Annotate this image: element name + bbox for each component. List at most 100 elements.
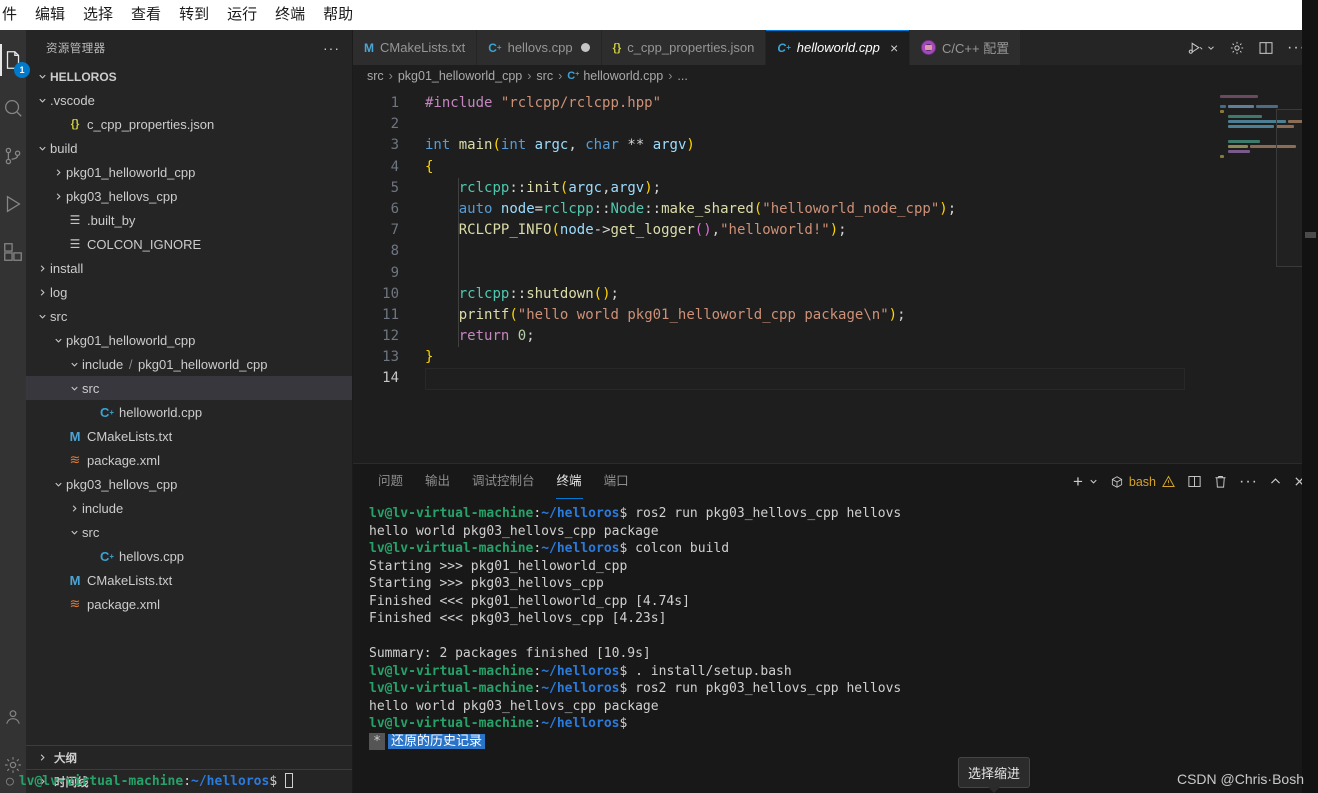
editor-tabs[interactable]: M CMakeLists.txt C + hellovs.cpp {} c_cpp_prop… bbox=[353, 30, 1022, 65]
panel-tab-debug-console[interactable]: 调试控制台 bbox=[461, 464, 546, 499]
line-number: 9 bbox=[390, 264, 399, 281]
activity-search-icon[interactable] bbox=[0, 84, 26, 132]
breadcrumb-item[interactable]: pkg01_helloworld_cpp bbox=[398, 69, 522, 83]
code-line[interactable] bbox=[425, 368, 1185, 390]
activity-source-control-icon[interactable] bbox=[0, 132, 26, 180]
breadcrumb-item[interactable]: C+ helloworld.cpp bbox=[567, 69, 663, 83]
editor-tab-c-cpp-properties-json[interactable]: {} c_cpp_properties.json bbox=[601, 30, 767, 65]
code-line[interactable]: rclcpp::shutdown(); bbox=[411, 284, 1214, 305]
tree-item-log[interactable]: log bbox=[26, 280, 352, 304]
tree-item-pkg01-helloworld-cpp[interactable]: pkg01_helloworld_cpp bbox=[26, 160, 352, 184]
editor-vertical-scrollbar[interactable] bbox=[1305, 232, 1316, 238]
code-line[interactable]: rclcpp::init(argc,argv); bbox=[411, 178, 1214, 199]
breadcrumb-item[interactable]: src bbox=[536, 69, 553, 83]
split-editor-icon[interactable] bbox=[1258, 40, 1274, 56]
tree-item-include[interactable]: include bbox=[26, 496, 352, 520]
code-content[interactable]: #include "rclcpp/rclcpp.hpp" int main(in… bbox=[411, 87, 1214, 463]
tree-item-src[interactable]: src bbox=[26, 376, 352, 400]
code-line[interactable]: auto node=rclcpp::Node::make_shared("hel… bbox=[411, 199, 1214, 220]
editor-tab-helloworld-cpp[interactable]: C + helloworld.cpp × bbox=[766, 30, 911, 65]
code-editor[interactable]: 1 2 3 4 5 6 7 8 9 10 11 12 13 14 #include "rclcpp/rcl… bbox=[353, 87, 1318, 463]
editor-tab-hellovs-cpp[interactable]: C + hellovs.cpp bbox=[477, 30, 602, 65]
tree-item-c-cpp-properties-json[interactable]: {} c_cpp_properties.json bbox=[26, 112, 352, 136]
breadcrumb-separator: › bbox=[668, 69, 673, 83]
tree-item-cmakelists-txt[interactable]: M CMakeLists.txt bbox=[26, 568, 352, 592]
activity-account-icon[interactable] bbox=[0, 693, 26, 741]
file-tree[interactable]: .vscode {} c_cpp_properties.json build pkg01… bbox=[26, 88, 352, 745]
terminal-shell-chip[interactable]: bash bbox=[1110, 474, 1176, 489]
tree-item-build[interactable]: build bbox=[26, 136, 352, 160]
editor-tab-c-c-[interactable]: C/C++ 配置 bbox=[910, 30, 1022, 65]
tree-root-helloros[interactable]: HELLOROS bbox=[26, 65, 352, 88]
terminal-more-icon[interactable]: ··· bbox=[1239, 473, 1258, 491]
tree-item-label: log bbox=[50, 284, 68, 300]
tree-item--vscode[interactable]: .vscode bbox=[26, 88, 352, 112]
tree-item-package-xml[interactable]: ≋ package.xml bbox=[26, 592, 352, 616]
tree-item-src[interactable]: src bbox=[26, 520, 352, 544]
menu-item-file[interactable]: 件 bbox=[0, 0, 26, 30]
tree-item-pkg01-helloworld-cpp[interactable]: pkg01_helloworld_cpp bbox=[26, 328, 352, 352]
menu-item-selection[interactable]: 选择 bbox=[74, 0, 122, 30]
panel-tab-ports[interactable]: 端口 bbox=[593, 464, 640, 499]
terminal-command-line: lv@lv-virtual-machine:~/helloros$ ros2 r… bbox=[369, 681, 902, 696]
menu-item-run[interactable]: 运行 bbox=[218, 0, 266, 30]
editor-area: M CMakeLists.txt C + hellovs.cpp{} c_cpp_prop… bbox=[6, 30, 1318, 793]
tree-item-package-xml[interactable]: ≋ package.xml bbox=[26, 448, 352, 472]
tree-item-label: include / pkg01_helloworld_cpp bbox=[82, 356, 268, 372]
split-terminal-icon[interactable] bbox=[1187, 474, 1202, 489]
run-debug-caret-icon[interactable] bbox=[1187, 40, 1216, 56]
panel-tab-problems[interactable]: 问题 bbox=[367, 464, 414, 499]
new-terminal-icon[interactable]: + bbox=[1073, 472, 1083, 492]
sidebar-more-icon[interactable]: ··· bbox=[323, 40, 340, 56]
tree-item-pkg03-hellovs-cpp[interactable]: pkg03_hellovs_cpp bbox=[26, 184, 352, 208]
tree-item-cmakelists-txt[interactable]: M CMakeLists.txt bbox=[26, 424, 352, 448]
menu-item-terminal[interactable]: 终端 bbox=[266, 0, 314, 30]
menu-item-view[interactable]: 查看 bbox=[122, 0, 170, 30]
terminal-output[interactable]: lv@lv-virtual-machine:~/helloros$ ros2 r… bbox=[353, 499, 1318, 793]
code-line[interactable]: int main(int argc, char ** argv) bbox=[411, 135, 1214, 156]
code-line[interactable] bbox=[411, 114, 1214, 135]
code-viewport[interactable]: 1 2 3 4 5 6 7 8 9 10 11 12 13 14 #include "rclcpp/rcl… bbox=[353, 87, 1214, 463]
code-line[interactable] bbox=[411, 241, 1214, 262]
cpp-file-icon: C+ bbox=[99, 404, 115, 420]
unsaved-indicator-icon[interactable] bbox=[580, 43, 590, 52]
tree-item-pkg03-hellovs-cpp[interactable]: pkg03_hellovs_cpp bbox=[26, 472, 352, 496]
activity-explorer-icon[interactable]: 1 bbox=[0, 36, 30, 84]
breadcrumb-item[interactable]: src bbox=[367, 69, 384, 83]
tree-item--built-by[interactable]: ☰ .built_by bbox=[26, 208, 352, 232]
code-line[interactable] bbox=[411, 263, 1214, 284]
tree-item-colcon-ignore[interactable]: ☰ COLCON_IGNORE bbox=[26, 232, 352, 256]
trash-icon[interactable] bbox=[1213, 474, 1228, 489]
code-line[interactable]: { bbox=[411, 157, 1214, 178]
activity-extensions-icon[interactable] bbox=[0, 228, 26, 276]
breadcrumb-label: ... bbox=[677, 69, 688, 83]
tree-item-hellovs-cpp[interactable]: C + hellovs.cpp bbox=[26, 544, 352, 568]
indent-tooltip-label: 选择缩进 bbox=[968, 766, 1021, 781]
code-line[interactable]: RCLCPP_INFO(node->get_logger(),"hellowor… bbox=[411, 220, 1214, 241]
terminal-input-line[interactable]: ○ lv@lv-virtual-machine:~/helloros$ bbox=[6, 773, 1318, 789]
menu-item-go[interactable]: 转到 bbox=[170, 0, 218, 30]
tree-item-include[interactable]: include / pkg01_helloworld_cpp bbox=[26, 352, 352, 376]
code-line[interactable]: printf("hello world pkg01_helloworld_cpp… bbox=[411, 305, 1214, 326]
panel-tab-terminal[interactable]: 终端 bbox=[546, 464, 593, 499]
line-number: 11 bbox=[382, 306, 399, 323]
close-icon[interactable]: × bbox=[890, 41, 898, 55]
activity-run-debug-icon[interactable] bbox=[0, 180, 26, 228]
panel-tab-output[interactable]: 输出 bbox=[414, 464, 461, 499]
breadcrumb[interactable]: src › pkg01_helloworld_cpp › src › C+ helloworl… bbox=[353, 65, 1318, 87]
chevron-right-icon bbox=[34, 752, 50, 763]
gear-icon[interactable] bbox=[1229, 40, 1245, 56]
tree-item-helloworld-cpp[interactable]: C + helloworld.cpp bbox=[26, 400, 352, 424]
maximize-panel-icon[interactable] bbox=[1269, 475, 1282, 488]
tree-item-src[interactable]: src bbox=[26, 304, 352, 328]
code-line[interactable]: return 0; bbox=[411, 326, 1214, 347]
code-line[interactable]: } bbox=[411, 347, 1214, 368]
menu-item-help[interactable]: 帮助 bbox=[314, 0, 362, 30]
tree-item-install[interactable]: install bbox=[26, 256, 352, 280]
new-terminal-caret-icon[interactable] bbox=[1088, 476, 1099, 487]
sidebar-section-outline[interactable]: 大纲 bbox=[26, 745, 352, 769]
breadcrumb-item[interactable]: ... bbox=[677, 69, 687, 83]
menu-item-edit[interactable]: 编辑 bbox=[26, 0, 74, 30]
code-line[interactable]: #include "rclcpp/rclcpp.hpp" bbox=[411, 93, 1214, 114]
editor-tab-cmakelists-txt[interactable]: M CMakeLists.txt bbox=[353, 30, 478, 65]
